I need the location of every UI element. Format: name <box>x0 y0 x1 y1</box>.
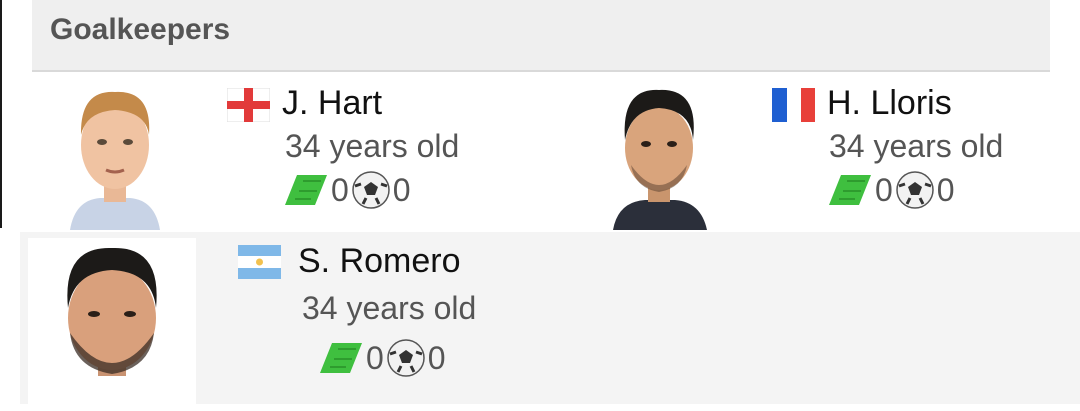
player-stats: 0 0 <box>318 338 448 378</box>
player-photo <box>60 80 170 230</box>
player-age: 34 years old <box>829 128 1004 164</box>
player-age: 34 years old <box>285 128 460 164</box>
player-card-hart[interactable]: J. Hart 34 years old 0 0 <box>0 72 540 230</box>
player-stats: 0 0 <box>283 170 413 210</box>
player-photo <box>603 80 715 230</box>
soccer-ball-icon <box>351 170 391 210</box>
player-age: 34 years old <box>302 290 477 326</box>
player-stats: 0 0 <box>827 170 957 210</box>
england-flag-icon <box>226 87 271 123</box>
appearances-count: 0 <box>366 339 384 376</box>
player-name[interactable]: H. Lloris <box>827 84 952 123</box>
goals-count: 0 <box>392 171 411 208</box>
pitch-icon <box>283 171 329 209</box>
pitch-icon <box>827 171 873 209</box>
appearances-count: 0 <box>331 171 349 208</box>
goals-count: 0 <box>936 171 955 208</box>
player-name[interactable]: S. Romero <box>298 242 461 281</box>
france-flag-icon <box>772 88 815 122</box>
pitch-icon <box>318 339 364 377</box>
soccer-ball-icon <box>386 338 426 378</box>
section-title: Goalkeepers <box>50 13 231 46</box>
goals-count: 0 <box>427 339 446 376</box>
soccer-ball-icon <box>895 170 935 210</box>
player-card-lloris[interactable]: H. Lloris 34 years old 0 0 <box>540 72 1080 230</box>
player-photo <box>28 238 196 404</box>
appearances-count: 0 <box>875 171 893 208</box>
player-card-romero[interactable]: S. Romero 34 years old 0 0 <box>20 232 1080 404</box>
section-header: Goalkeepers <box>32 0 1050 72</box>
player-name[interactable]: J. Hart <box>282 84 382 123</box>
argentina-flag-icon <box>238 245 281 279</box>
